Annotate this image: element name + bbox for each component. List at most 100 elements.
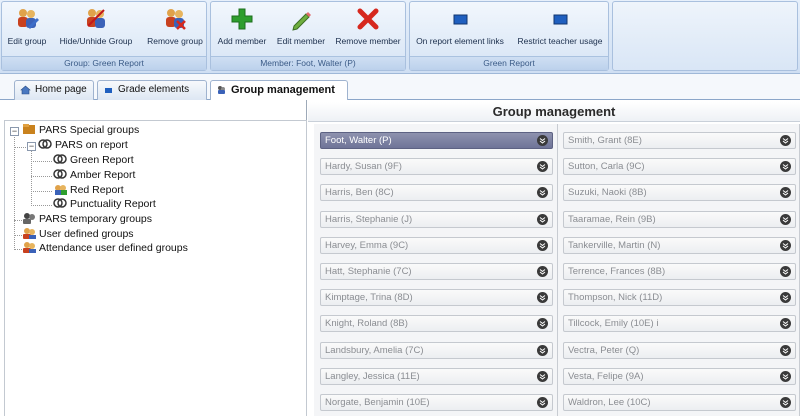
chevron-down-icon[interactable] [537, 318, 548, 330]
restrict-teacher-usage-label: Restrict teacher usage [517, 36, 603, 46]
member-name: Harvey, Emma (9C) [325, 239, 409, 251]
chevron-down-icon[interactable] [537, 239, 548, 251]
expander-pars-on-report[interactable]: − [27, 142, 36, 151]
ribbon-group-member: Add member Edit member Remove member Mem… [210, 1, 406, 71]
remove-member-button[interactable]: Remove member [333, 6, 403, 54]
edit-group-button[interactable]: Edit group [5, 6, 49, 54]
member-name: Landsbury, Amelia (7C) [325, 344, 424, 356]
member-row[interactable]: Harvey, Emma (9C) [320, 236, 553, 254]
tab-group-management[interactable]: Group management [210, 80, 348, 101]
member-name: Tillcock, Emily (10E) i [568, 318, 659, 330]
member-row[interactable]: Harris, Stephanie (J) [320, 210, 553, 228]
tree-item-amber-report[interactable]: Amber Report [53, 168, 135, 183]
red-report-icon [55, 185, 67, 195]
chevron-down-icon[interactable] [780, 266, 791, 277]
tree-item-label: Attendance user defined groups [39, 242, 188, 254]
tree-item-user-defined-groups[interactable]: User defined groups [22, 227, 134, 242]
chevron-down-icon[interactable] [780, 344, 791, 356]
member-name: Vesta, Felipe (9A) [568, 370, 644, 382]
chevron-down-icon[interactable] [780, 161, 791, 173]
member-row[interactable]: Hardy, Susan (9F) [320, 158, 553, 176]
member-row[interactable]: Harris, Ben (8C) [320, 184, 553, 202]
hide-unhide-group-button[interactable]: Hide/Unhide Group [54, 6, 138, 54]
ribbon-group-group: Edit group Hide/Unhide Group Remove grou… [1, 1, 207, 71]
chevron-down-icon[interactable] [537, 161, 548, 173]
member-row[interactable]: Hatt, Stephanie (7C) [320, 263, 553, 280]
tree-item-label: User defined groups [39, 228, 134, 240]
chevron-down-icon[interactable] [780, 187, 791, 199]
edit-group-label: Edit group [7, 36, 47, 46]
member-row[interactable]: Langley, Jessica (11E) [320, 367, 553, 385]
member-row[interactable]: Kimptage, Trina (8D) [320, 289, 553, 307]
chevron-down-icon[interactable] [537, 187, 548, 199]
chevron-down-icon[interactable] [780, 213, 791, 225]
tree-connector [14, 135, 15, 248]
member-name: Tankerville, Martin (N) [568, 239, 661, 251]
chevron-down-icon[interactable] [537, 370, 548, 382]
tree-item-green-report[interactable]: Green Report [53, 153, 134, 168]
tree-item-label: Green Report [70, 154, 134, 166]
tree-item-attendance-user-defined-groups[interactable]: Attendance user defined groups [22, 241, 188, 256]
remove-group-button[interactable]: Remove group [144, 6, 206, 54]
chevron-down-icon[interactable] [780, 318, 791, 330]
member-row[interactable]: Norgate, Benjamin (10E) [320, 394, 553, 411]
tree-item-red-report[interactable]: Red Report [53, 183, 124, 198]
pencil-icon [292, 12, 311, 31]
tree-frame [4, 120, 307, 416]
member-name: Foot, Walter (P) [325, 135, 392, 146]
user-group-icon [23, 242, 36, 253]
restrict-teacher-usage-button[interactable]: Restrict teacher usage [514, 6, 606, 54]
member-row[interactable]: Tankerville, Martin (N) [563, 236, 796, 254]
member-row[interactable]: Vesta, Felipe (9A) [563, 367, 796, 385]
tab-home-page[interactable]: Home page [14, 80, 94, 100]
member-name: Terrence, Frances (8B) [568, 266, 666, 277]
member-name: Norgate, Benjamin (10E) [325, 397, 430, 408]
chevron-down-icon[interactable] [780, 292, 791, 304]
member-row[interactable]: Terrence, Frances (8B) [563, 263, 796, 280]
tree-item-pars-temporary-groups[interactable]: PARS temporary groups [22, 212, 152, 227]
chevron-down-icon[interactable] [537, 292, 548, 304]
tree-item-pars-on-report[interactable]: PARS on report [38, 138, 128, 153]
on-report-element-links-button[interactable]: On report element links [414, 6, 506, 54]
group-caption-group: Group: Green Report [2, 56, 206, 70]
chevron-down-icon[interactable] [780, 135, 791, 146]
chevron-down-icon[interactable] [780, 370, 791, 382]
tree-item-pars-special-groups[interactable]: PARS Special groups [22, 123, 139, 138]
tree-connector [31, 191, 52, 192]
member-row[interactable]: Waldron, Lee (10C) [563, 394, 796, 411]
member-name: Sutton, Carla (9C) [568, 161, 645, 173]
chevron-down-icon[interactable] [780, 239, 791, 251]
add-member-button[interactable]: Add member [215, 6, 269, 54]
group-tree-panel: − − PARS Special groups PARS on report G… [0, 100, 307, 416]
chevron-down-icon[interactable] [537, 344, 548, 356]
chevron-down-icon[interactable] [780, 397, 791, 408]
member-row[interactable]: Smith, Grant (8E) [563, 132, 796, 149]
chevron-down-icon[interactable] [537, 266, 548, 277]
member-name: Kimptage, Trina (8D) [325, 292, 413, 304]
member-row[interactable]: Knight, Roland (8B) [320, 315, 553, 333]
member-row[interactable]: Taaramae, Rein (9B) [563, 210, 796, 228]
member-row[interactable]: Foot, Walter (P) [320, 132, 553, 149]
edit-member-button[interactable]: Edit member [273, 6, 329, 54]
expander-pars-special[interactable]: − [10, 127, 19, 136]
member-name: Harris, Stephanie (J) [325, 213, 413, 225]
member-row[interactable]: Vectra, Peter (Q) [563, 341, 796, 359]
tab-grade-elements[interactable]: Grade elements [97, 80, 207, 100]
member-row[interactable]: Landsbury, Amelia (7C) [320, 341, 553, 359]
tree-connector [31, 151, 32, 204]
tree-item-punctuality-report[interactable]: Punctuality Report [53, 197, 156, 212]
tree-connector [14, 235, 22, 236]
tree-item-label: Red Report [70, 184, 124, 196]
ribbon-toolbar: Edit group Hide/Unhide Group Remove grou… [0, 0, 800, 74]
chevron-down-icon[interactable] [537, 397, 548, 408]
member-row[interactable]: Sutton, Carla (9C) [563, 158, 796, 176]
chevron-down-icon[interactable] [537, 135, 548, 146]
chevron-down-icon[interactable] [537, 213, 548, 225]
add-member-label: Add member [217, 36, 267, 46]
member-row[interactable]: Thompson, Nick (11D) [563, 289, 796, 307]
remove-group-label: Remove group [147, 36, 203, 46]
folder-icon [23, 124, 35, 134]
member-row[interactable]: Tillcock, Emily (10E) i [563, 315, 796, 333]
member-row[interactable]: Suzuki, Naoki (8B) [563, 184, 796, 202]
member-name: Langley, Jessica (11E) [325, 370, 420, 382]
